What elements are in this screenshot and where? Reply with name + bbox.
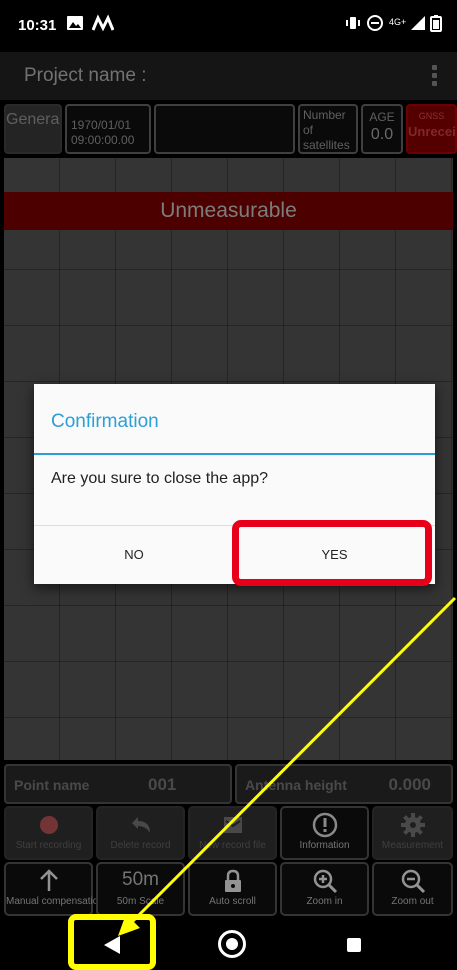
signal-4g-label: 4G+ xyxy=(389,17,407,27)
back-highlight-box xyxy=(68,914,156,970)
home-icon[interactable] xyxy=(218,930,246,958)
do-not-disturb-icon xyxy=(366,14,384,38)
status-bar: 10:31 4G+ xyxy=(0,0,457,52)
battery-icon xyxy=(430,14,442,38)
dialog-message: Are you sure to close the app? xyxy=(51,470,269,487)
yes-highlight-box xyxy=(232,520,432,586)
vibrate-icon xyxy=(344,14,362,38)
m-logo-icon xyxy=(91,14,115,38)
no-button[interactable]: NO xyxy=(34,526,234,584)
dialog-divider xyxy=(34,453,435,455)
image-icon xyxy=(66,14,84,38)
recents-icon[interactable] xyxy=(347,938,361,952)
dialog-title: Confirmation xyxy=(51,411,159,432)
signal-icon xyxy=(410,14,426,38)
status-time: 10:31 xyxy=(18,17,57,34)
